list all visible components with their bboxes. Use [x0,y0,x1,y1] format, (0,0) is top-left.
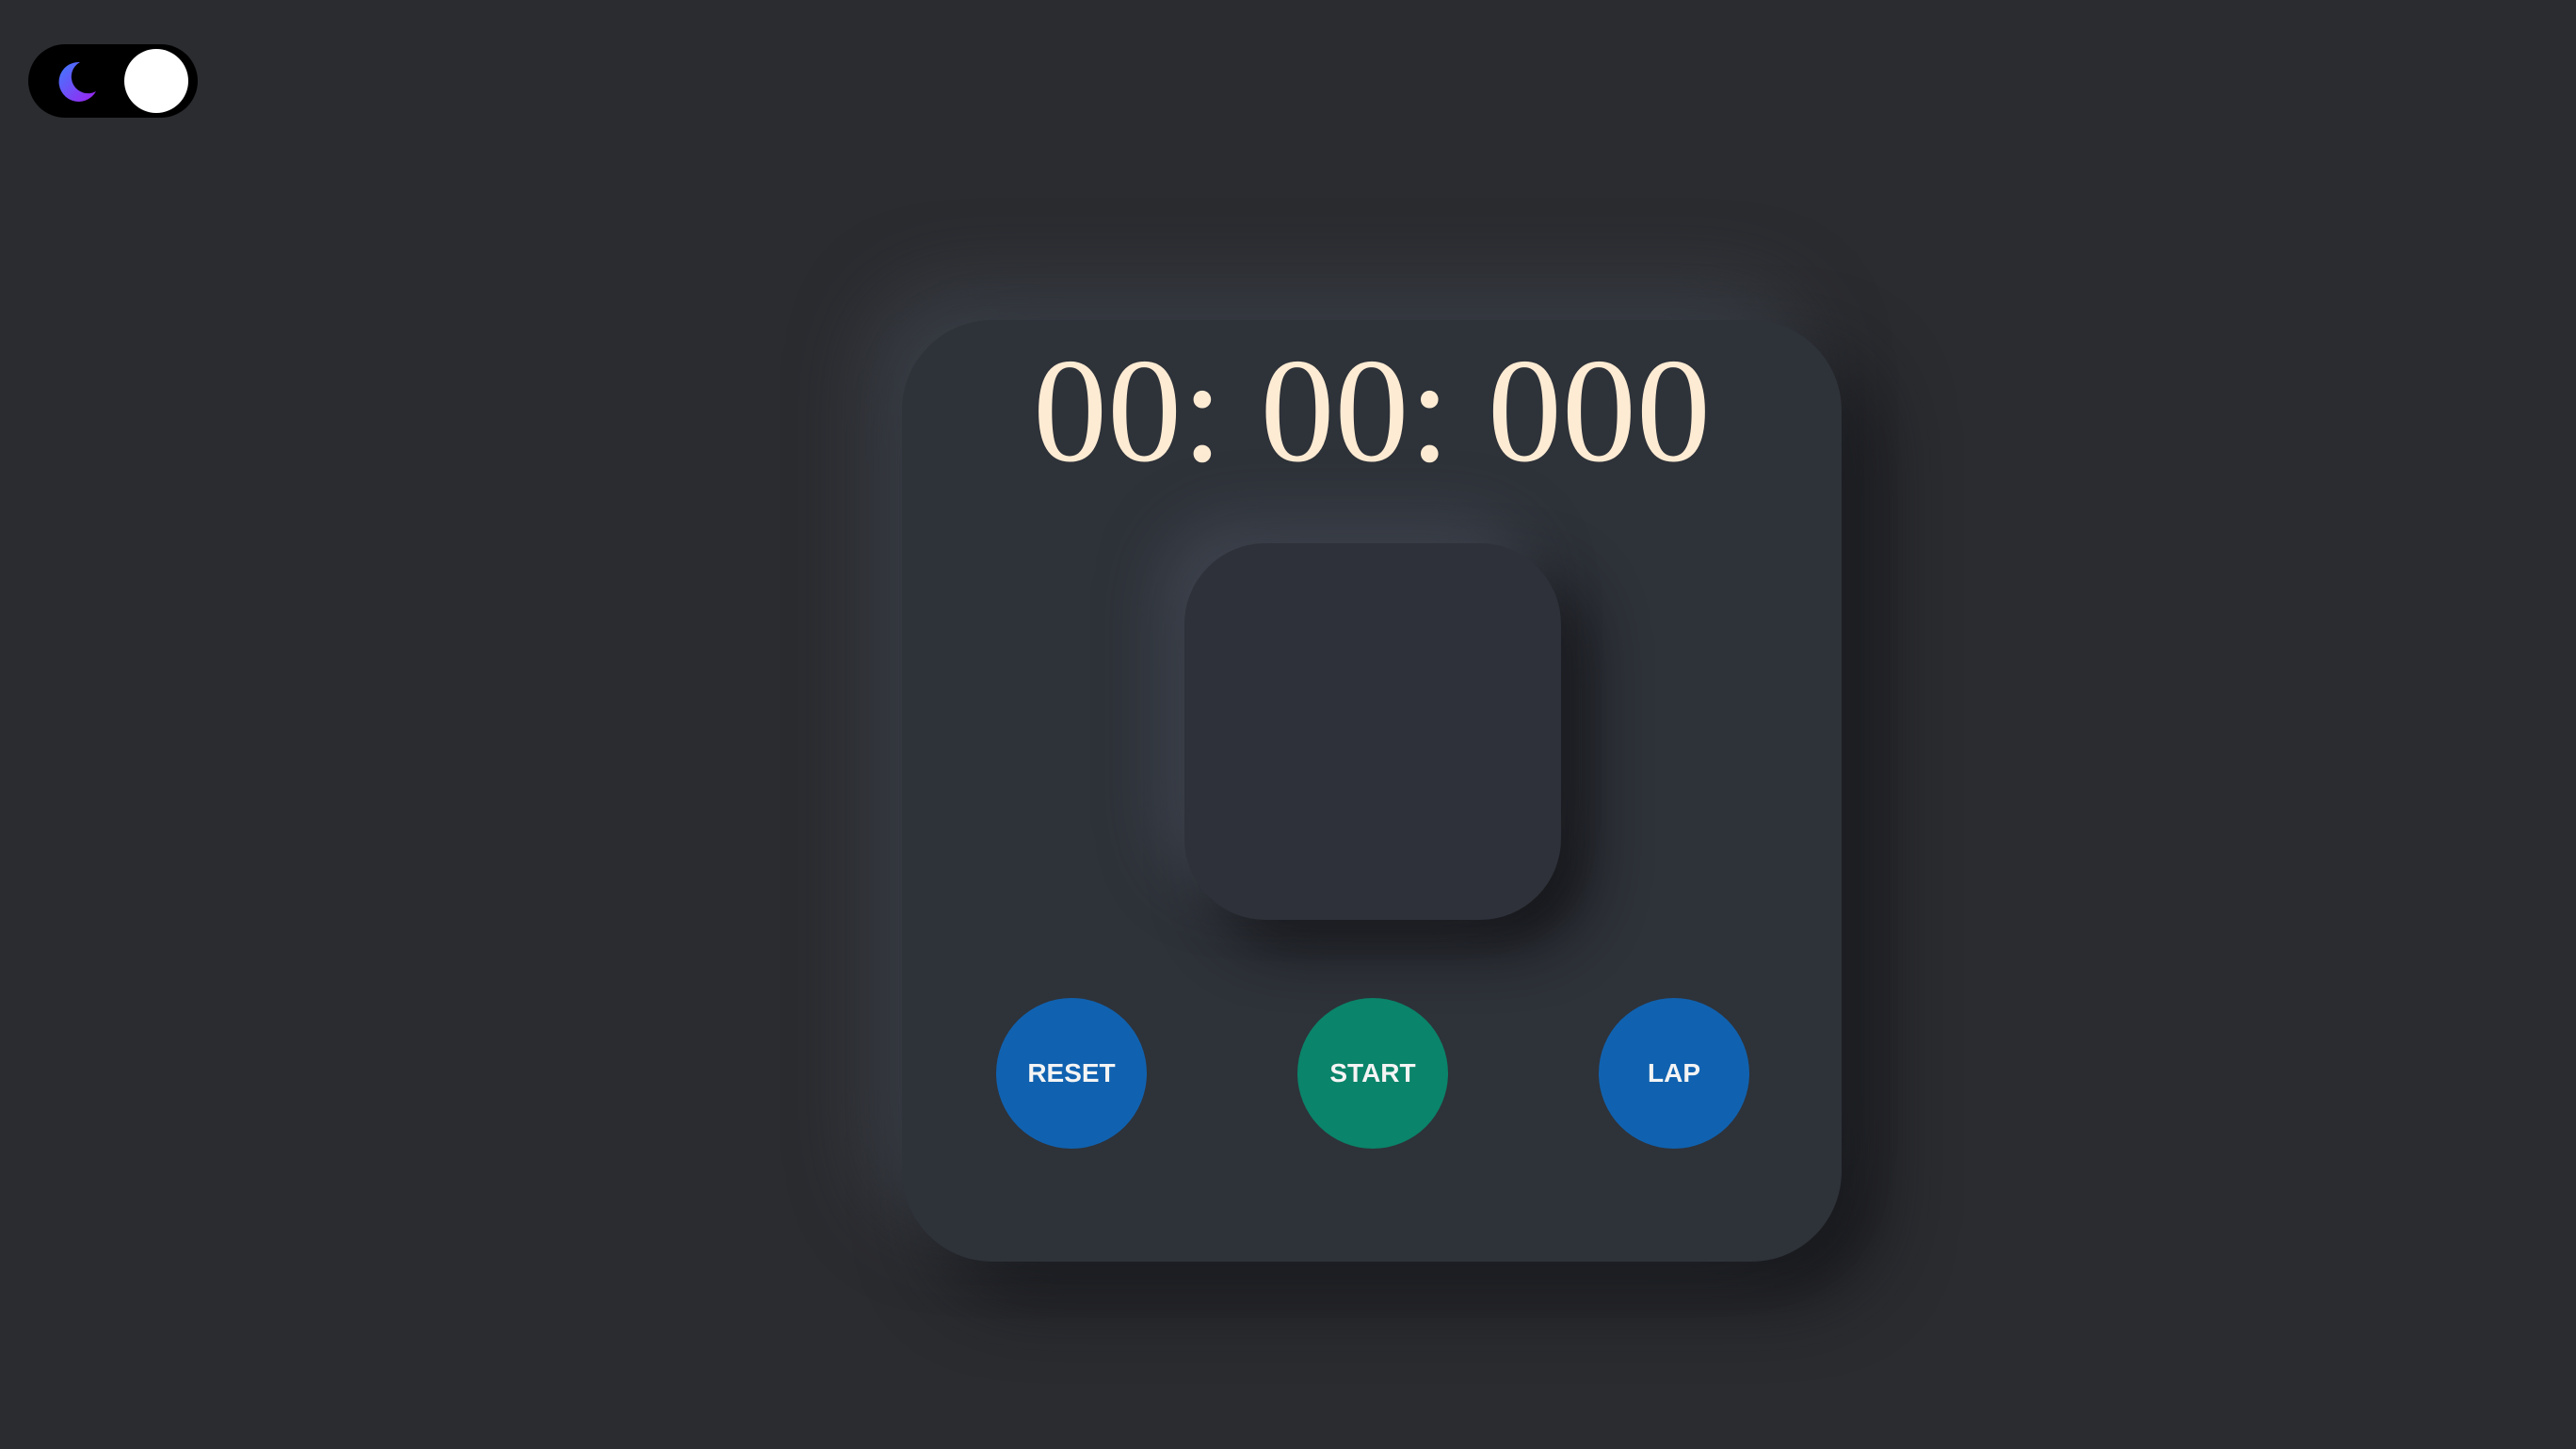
toggle-knob[interactable] [124,49,188,113]
stopwatch-page: 00: 00: 000 RESET START LAP [0,0,2576,1449]
moon-icon [58,61,96,102]
stopwatch-card: 00: 00: 000 RESET START LAP [902,320,1842,1262]
reset-button[interactable]: RESET [996,998,1147,1149]
center-pad [1184,543,1561,920]
start-button[interactable]: START [1297,998,1448,1149]
theme-toggle[interactable] [28,44,198,118]
lap-button[interactable]: LAP [1599,998,1749,1149]
time-display: 00: 00: 000 [1033,329,1711,493]
